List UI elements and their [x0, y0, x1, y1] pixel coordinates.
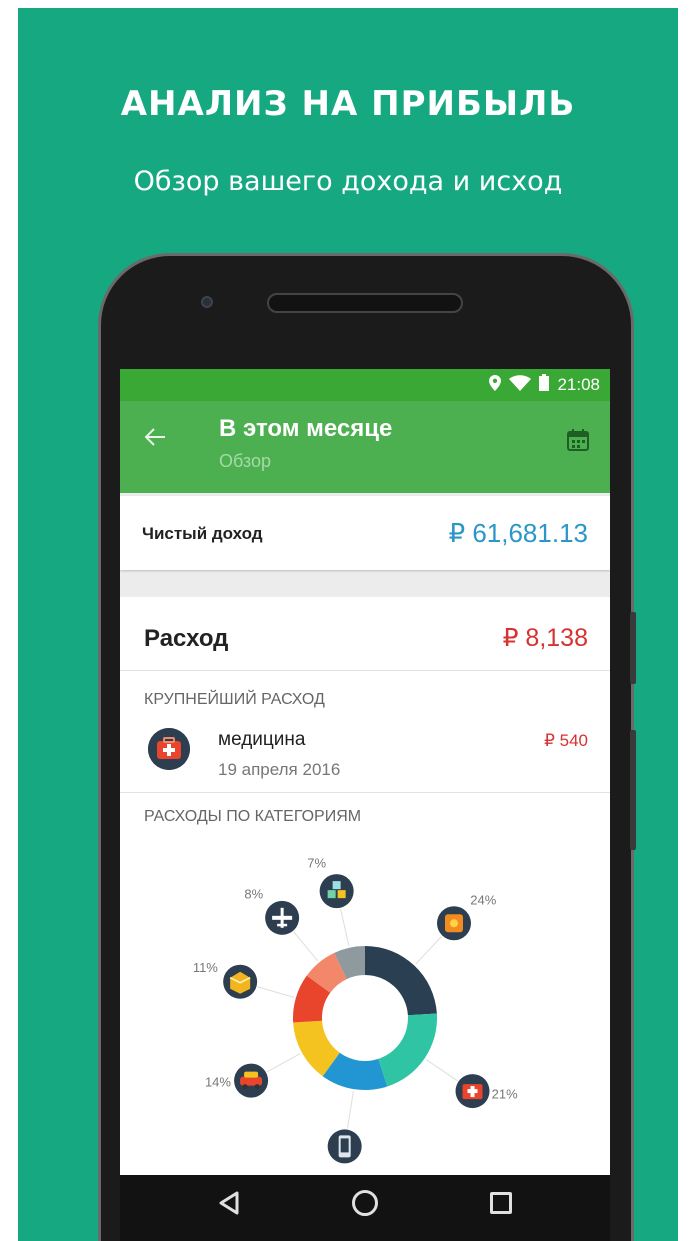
biggest-expense-name: медицина: [218, 729, 306, 750]
page-subtitle: Обзор: [219, 451, 271, 471]
airplane-icon: [265, 900, 300, 935]
net-income-card[interactable]: Чистый доход ₽ 61,681.13: [120, 496, 610, 570]
expense-value: ₽ 8,138: [502, 624, 588, 652]
category-donut-chart: 24% 21% 14% 11% 8% 7%: [193, 856, 518, 1164]
calendar-icon[interactable]: [567, 429, 589, 451]
page-title: В этом месяце: [219, 415, 393, 442]
net-income-value: ₽ 61,681.13: [448, 518, 588, 548]
speaker-grille: [267, 293, 463, 313]
camera-icon: [201, 296, 213, 308]
slice-leader-line: [266, 1053, 301, 1073]
status-bar: 21:08: [120, 369, 610, 401]
biggest-expense-amount: ₽ 540: [544, 731, 588, 750]
donut-slice: [365, 946, 437, 1016]
net-income-label: Чистый доход: [142, 524, 263, 543]
biggest-expense-date: 19 апреля 2016: [218, 760, 341, 779]
medkit-icon: [455, 1074, 490, 1109]
navigation-bar: [120, 1175, 610, 1241]
divider: [120, 792, 610, 793]
phone-screen: 21:08 В этом месяце Обзор Чистый доход ₽…: [120, 369, 610, 1175]
battery-icon: [539, 374, 550, 396]
box-icon: [223, 964, 258, 999]
volume-button: [630, 612, 636, 684]
home-circle-icon[interactable]: [352, 1190, 378, 1216]
expense-label: Расход: [144, 625, 229, 652]
promo-title: АНАЛИЗ НА ПРИБЫЛЬ: [120, 84, 576, 124]
slice-label: 11%: [193, 960, 218, 975]
categories-heading: РАСХОДЫ ПО КАТЕГОРИЯМ: [144, 808, 362, 825]
arrow-back-icon[interactable]: [144, 423, 166, 455]
phone-icon: [327, 1129, 362, 1164]
cubes-icon: [319, 874, 354, 909]
divider: [120, 670, 610, 671]
slice-leader-line: [257, 986, 295, 998]
app-bar: В этом месяце Обзор: [120, 401, 610, 493]
location-icon: [489, 374, 502, 396]
power-button: [630, 730, 636, 850]
slice-label: 7%: [307, 856, 326, 871]
status-time: 21:08: [557, 375, 600, 394]
wifi-icon: [509, 374, 532, 396]
expense-card: Расход ₽ 8,138 КРУПНЕЙШИЙ РАСХОД медицин…: [120, 597, 610, 1175]
slice-label: 24%: [470, 893, 496, 908]
slice-leader-line: [425, 1059, 458, 1082]
back-triangle-icon[interactable]: [218, 1191, 240, 1220]
slice-leader-line: [346, 1091, 354, 1129]
promo-subtitle: Обзор вашего дохода и исход: [133, 166, 563, 197]
biggest-expense-heading: КРУПНЕЙШИЙ РАСХОД: [144, 691, 325, 708]
sun-tile-icon: [436, 906, 471, 941]
medkit-icon: [148, 728, 190, 770]
slice-label: 14%: [205, 1074, 231, 1089]
slice-leader-line: [293, 931, 319, 962]
slice-label: 8%: [244, 886, 263, 901]
recents-square-icon[interactable]: [490, 1192, 512, 1214]
car-icon: [234, 1063, 269, 1098]
slice-leader-line: [415, 936, 443, 965]
slice-label: 21%: [492, 1086, 518, 1101]
slice-leader-line: [340, 908, 350, 946]
donut-slice: [378, 1013, 437, 1087]
